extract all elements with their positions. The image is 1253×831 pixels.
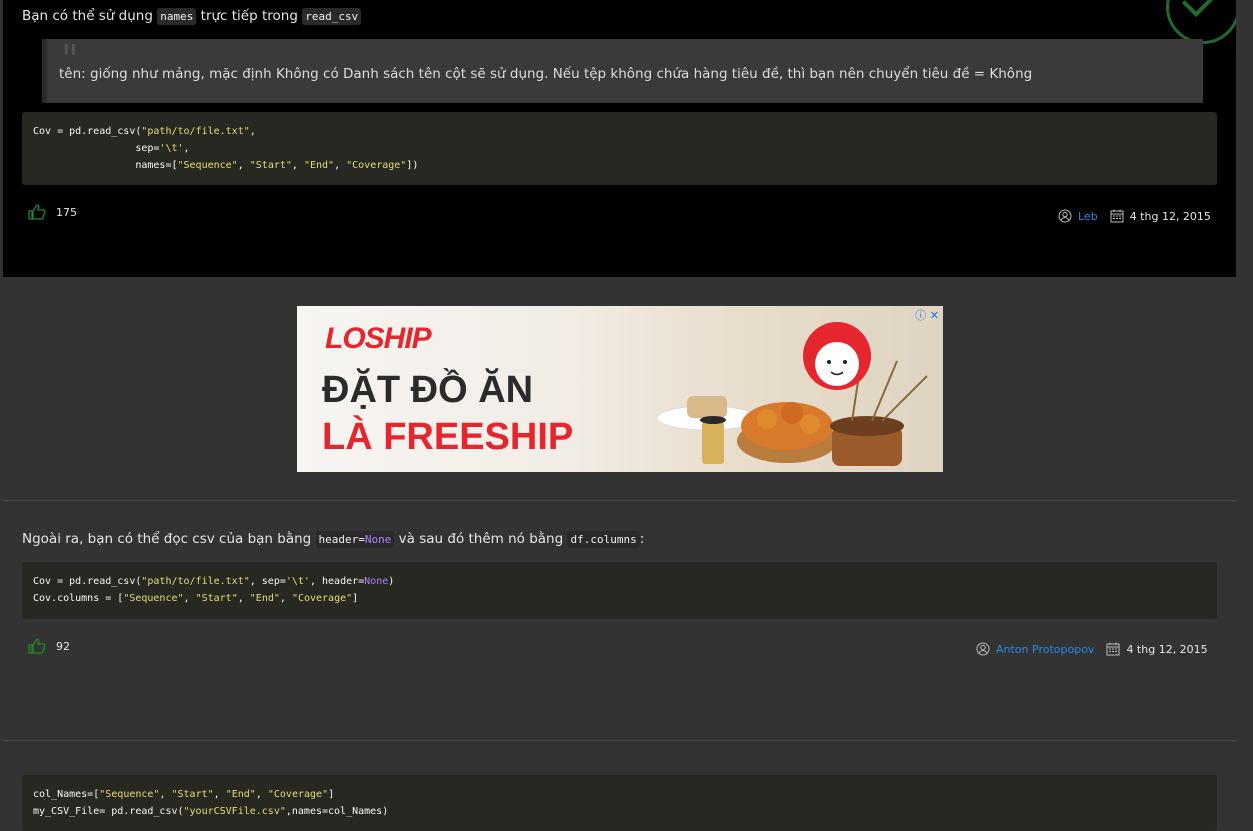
code-line: my_CSV_File= pd.read_csv("yourCSVFile.cs… bbox=[33, 806, 389, 817]
intro-text-part: Bạn có thể sử dụng bbox=[22, 8, 158, 24]
scrollbar[interactable] bbox=[1236, 0, 1253, 831]
vote-count: 92 bbox=[56, 639, 70, 653]
intro-text-part: trực tiếp trong bbox=[196, 8, 303, 24]
code-token: , bbox=[183, 143, 190, 154]
vote-count: 175 bbox=[56, 205, 77, 219]
quote-text: tên: giống như mảng, mặc định Không có D… bbox=[59, 66, 1033, 82]
code-keyword: None bbox=[364, 533, 392, 546]
code-block: Cov = pd.read_csv("path/to/file.txt", se… bbox=[22, 112, 1217, 185]
inline-code-df-columns: df.columns bbox=[567, 531, 640, 548]
calendar-icon bbox=[1106, 642, 1120, 656]
blockquote: " tên: giống như mảng, mặc định Không có… bbox=[42, 37, 1203, 103]
ad-headline: ĐẶT ĐỒ ĂN bbox=[322, 369, 534, 411]
answer-meta: Leb 4 thg 12, 2015 bbox=[1058, 209, 1211, 223]
code-line: col_Names=["Sequence", "Start", "End", "… bbox=[33, 789, 335, 800]
code-token: names=[ bbox=[33, 160, 178, 171]
code-line: sep='\t', bbox=[33, 143, 190, 154]
thumbs-up-icon[interactable] bbox=[28, 204, 46, 220]
code-string: "Sequence" bbox=[177, 160, 238, 171]
answer-intro-text: Ngoài ra, bạn có thể đọc csv của bạn bằn… bbox=[22, 531, 645, 548]
answer-meta: Anton Protopopov 4 thg 12, 2015 bbox=[976, 642, 1208, 656]
divider bbox=[3, 500, 1236, 501]
code-token: header= bbox=[318, 533, 365, 546]
code-line: Cov.columns = ["Sequence", "Start", "End… bbox=[33, 593, 359, 604]
code-block: Cov = pd.read_csv("path/to/file.txt", se… bbox=[22, 562, 1217, 619]
inline-code-read-csv: read_csv bbox=[302, 8, 362, 25]
accepted-check-icon bbox=[1166, 0, 1240, 44]
answer-date: 4 thg 12, 2015 bbox=[1126, 642, 1208, 656]
author-link[interactable]: Anton Protopopov bbox=[996, 643, 1094, 656]
intro-text-part: Ngoài ra, bạn có thể đọc csv của bạn bằn… bbox=[22, 531, 316, 547]
divider bbox=[3, 740, 1236, 741]
code-line: names=["Sequence", "Start", "End", "Cove… bbox=[33, 160, 418, 171]
code-string: "path/to/file.txt" bbox=[141, 126, 250, 137]
code-string: '\t' bbox=[159, 143, 184, 154]
code-token: , bbox=[334, 160, 347, 171]
inline-code-header: header=None bbox=[315, 531, 395, 548]
answer-intro-text: Bạn có thể sử dụng names trực tiếp trong… bbox=[22, 8, 362, 25]
food-illustration-icon bbox=[656, 322, 928, 466]
inline-code-names: names bbox=[157, 8, 197, 25]
code-block: col_Names=["Sequence", "Start", "End", "… bbox=[22, 775, 1217, 831]
calendar-icon bbox=[1110, 209, 1124, 223]
thumbs-up-icon[interactable] bbox=[28, 638, 46, 654]
code-line: Cov = pd.read_csv("path/to/file.txt", bbox=[33, 126, 256, 137]
code-token: sep= bbox=[33, 143, 160, 154]
vote-area: 92 bbox=[28, 638, 70, 654]
code-string: "Start" bbox=[249, 160, 292, 171]
ad-info-close-icon[interactable]: ⓘ ✕ bbox=[915, 307, 939, 323]
code-token: ]) bbox=[406, 160, 419, 171]
intro-text-part: : bbox=[639, 531, 645, 547]
code-token: Cov = pd.read_csv( bbox=[33, 126, 142, 137]
ad-subheadline: LÀ FREESHIP bbox=[322, 416, 574, 458]
author-link[interactable]: Leb bbox=[1078, 210, 1098, 223]
ad-brand-logo: LOSHIP bbox=[325, 322, 432, 355]
vote-area: 175 bbox=[28, 204, 77, 220]
answer-date: 4 thg 12, 2015 bbox=[1129, 209, 1211, 223]
code-token: , bbox=[249, 126, 256, 137]
accepted-answer: Bạn có thể sử dụng names trực tiếp trong… bbox=[3, 0, 1240, 277]
code-string: "Coverage" bbox=[346, 160, 407, 171]
code-string: "End" bbox=[303, 160, 335, 171]
code-line: Cov = pd.read_csv("path/to/file.txt", se… bbox=[33, 576, 395, 587]
code-token: , bbox=[291, 160, 304, 171]
code-token: , bbox=[237, 160, 250, 171]
user-icon bbox=[976, 642, 990, 656]
user-icon bbox=[1058, 209, 1072, 223]
advertisement-banner[interactable]: LOSHIP ĐẶT ĐỒ ĂN LÀ FREESHIP ⓘ ✕ bbox=[297, 306, 943, 472]
intro-text-part: và sau đó thêm nó bằng bbox=[394, 531, 568, 547]
